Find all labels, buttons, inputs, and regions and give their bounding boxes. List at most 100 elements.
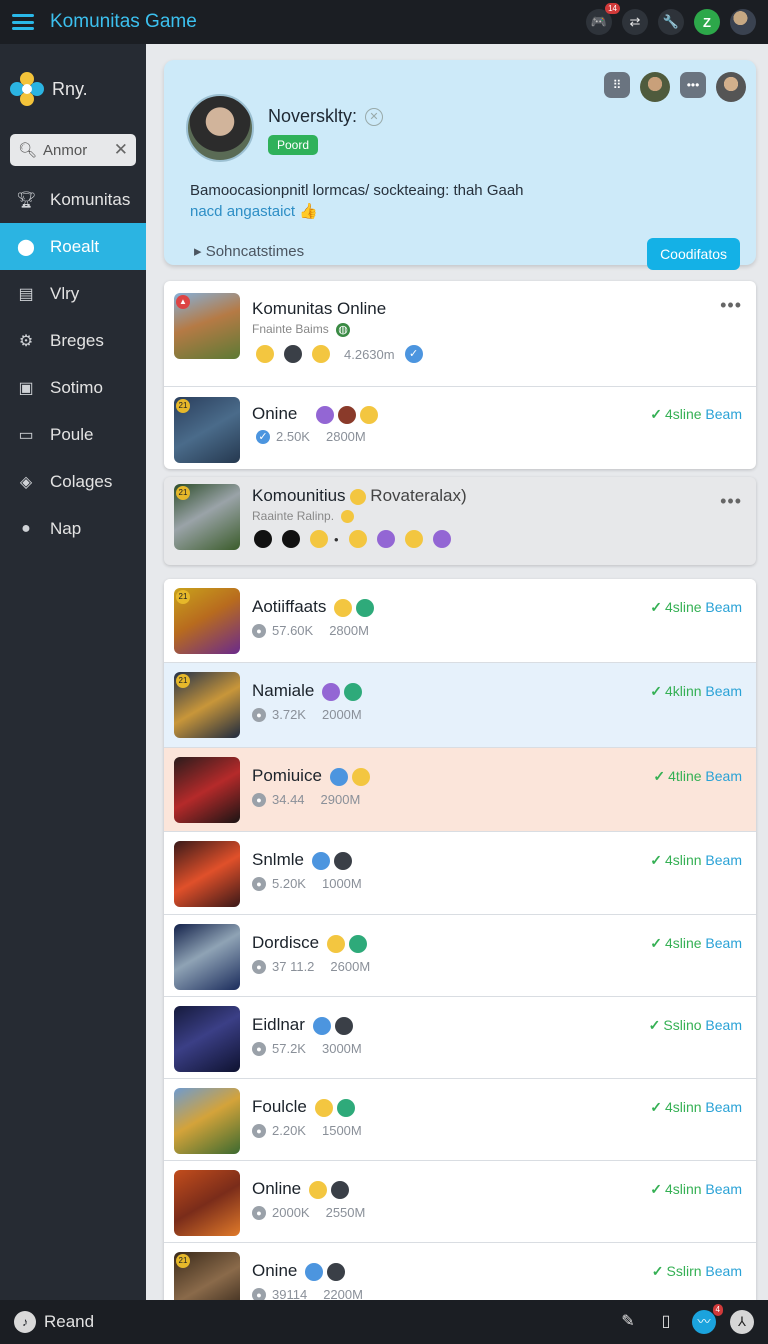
list-item[interactable]: 21 Onine ● 39114 2200M ✓ Sslirn Beam (164, 1243, 756, 1300)
friend-avatar-icon[interactable] (716, 72, 746, 102)
wrench-icon[interactable]: 🔧 (658, 9, 684, 35)
close-icon[interactable]: ✕ (365, 108, 384, 127)
friend-avatar-icon[interactable] (640, 72, 670, 102)
game-thumbnail[interactable]: 21 (174, 397, 240, 463)
status-badge: ✓ 4klinn Beam (650, 683, 742, 700)
activity-icon[interactable]: 〰 4 (692, 1304, 723, 1334)
profile-actions: ⠿ ••• (604, 72, 746, 102)
user-avatar-icon[interactable] (730, 9, 756, 35)
profile-link[interactable]: nacd angastaict (190, 203, 295, 220)
status-word: Sslirn (666, 1263, 702, 1279)
sidebar-item-komunitas[interactable]: 🏆︎ Komunitas (0, 176, 146, 223)
emoji-icon (322, 682, 341, 701)
status-word: 4slinn (664, 1099, 702, 1115)
game-subtitle: Fnainte Baims ◍ (252, 322, 351, 337)
game-thumbnail[interactable] (174, 757, 240, 823)
game-thumbnail[interactable]: 21 (174, 484, 240, 550)
game-title: Eidlnar (252, 1015, 353, 1035)
highlight-card[interactable]: 21 Komounitius Rovateralax) Raainte Rali… (164, 477, 756, 565)
grid-icon[interactable]: ⠿ (604, 72, 630, 98)
check-icon: ✓ (650, 406, 662, 422)
game-meta-value: 2600M (330, 959, 371, 974)
game-thumbnail[interactable]: 21 (174, 672, 240, 738)
game-thumbnail[interactable] (174, 924, 240, 990)
verified-icon (334, 1016, 353, 1035)
game-meta-value: 2800M (325, 429, 366, 444)
check-icon: ✓ (650, 683, 662, 699)
brand[interactable]: Rny. (0, 44, 146, 134)
game-meta: ● 57.60K 2800M (252, 623, 369, 638)
game-thumbnail[interactable] (174, 1088, 240, 1154)
game-thumbnail[interactable]: ▲ (174, 293, 240, 359)
game-title-text: Namiale (252, 681, 315, 700)
game-meta: ✓ 2.50K 2800M (252, 429, 366, 444)
list-item[interactable]: Foulcle ● 2.20K 1500M ✓ 4slinn Beam (164, 1079, 756, 1161)
profile-avatar[interactable] (186, 94, 254, 162)
more-options-icon[interactable]: ••• (720, 295, 742, 316)
list-item[interactable]: Eidlnar ● 57.2K 3000M ✓ Sslino Beam (164, 997, 756, 1079)
game-meta: ● 2000K 2550M (252, 1205, 365, 1220)
list-item[interactable]: 21 Namiale ● 3.72K 2000M ✓ 4klinn Beam (164, 663, 756, 748)
sidebar-item-roealt[interactable]: ⬤ Roealt (0, 223, 152, 270)
status-tail: Beam (705, 935, 742, 951)
check-icon: ✓ (648, 1017, 661, 1033)
swap-icon[interactable]: ⇄ (622, 9, 648, 35)
list-item[interactable]: Snlmle ● 5.20K 1000M ✓ 4slinn Beam (164, 832, 756, 915)
search-input[interactable]: 🔍︎ Anmor ✕ (10, 134, 136, 166)
check-icon: ✓ (651, 1263, 664, 1279)
list-item[interactable]: Pomiuice ● 34.44 2900M ✓ 4tline Beam (164, 748, 756, 832)
game-thumbnail[interactable] (174, 841, 240, 907)
list-item[interactable]: ▲ Komunitas Online Fnainte Baims ◍ 4.263… (164, 281, 756, 387)
trophy-icon: 🏆︎ (16, 191, 37, 209)
sidebar-item-colages[interactable]: ◈ Colages (0, 458, 146, 505)
game-meta-value: 1500M (321, 1123, 362, 1138)
sidebar-item-breges[interactable]: ⚙ Breges (0, 317, 146, 364)
sidebar-item-nap[interactable]: ● Nap (0, 505, 146, 552)
game-title: Snlmle (252, 850, 352, 870)
bottom-label[interactable]: Reand (44, 1312, 94, 1332)
clear-icon[interactable]: ✕ (114, 140, 128, 160)
lock-icon (360, 405, 379, 424)
profile-desc-line: Bamoocasionpnitl lormcas/ sockteaing: th… (190, 182, 524, 199)
sidebar-item-poule[interactable]: ▭ Poule (0, 411, 146, 458)
list-item[interactable]: 21 Aotiiffaats ● 57.60K 2800M ✓ 4sline Beam (164, 579, 756, 663)
search-value: Anmor (43, 141, 88, 159)
more-icon[interactable]: ••• (680, 72, 706, 98)
profile-icon[interactable]: ⅄ (730, 1310, 754, 1334)
sidebar-item-sotimo[interactable]: ▣ Sotimo (0, 364, 146, 411)
profile-name-text: Noversklty: (268, 106, 358, 126)
verified-icon (327, 1262, 346, 1281)
profile-action-button[interactable]: Coodifatos (647, 238, 740, 270)
sidebar-item-vlry[interactable]: ▤ Vlry (0, 270, 146, 317)
game-meta: ● 5.20K 1000M (252, 876, 362, 891)
game-meta-value: 2000K (272, 1205, 310, 1220)
music-icon[interactable]: ♪ (14, 1311, 36, 1333)
check-icon: ✓ (650, 599, 662, 615)
edit-icon[interactable]: ✎ (616, 1310, 640, 1334)
game-meta: ● 3.72K 2000M (252, 707, 362, 722)
game-title: Onine (252, 404, 379, 424)
emoji-icon (309, 1180, 328, 1199)
status-badge: ✓ 4slinn Beam (650, 1099, 742, 1116)
game-title: Namiale (252, 681, 363, 701)
game-title: Online (252, 1179, 350, 1199)
top-bar: Komunitas Game 🎮 14 ⇄ 🔧 Z (0, 0, 768, 44)
menu-icon[interactable] (12, 14, 34, 30)
emoji-icon (305, 1262, 324, 1281)
profile-subtext[interactable]: ▸ Sohncatstimes (194, 242, 304, 260)
status-badge: ✓ Sslirn Beam (652, 1263, 742, 1280)
more-options-icon[interactable]: ••• (720, 491, 742, 512)
gamepad-icon[interactable]: 🎮 14 (586, 3, 620, 35)
game-title: Komunitas Online (252, 299, 387, 318)
orb-icon (282, 530, 300, 548)
game-thumbnail[interactable]: 21 (174, 1252, 240, 1300)
z-icon[interactable]: Z (694, 9, 720, 35)
bookmark-icon[interactable]: ▯ (654, 1310, 678, 1334)
game-thumbnail[interactable] (174, 1170, 240, 1236)
game-thumbnail[interactable]: 21 (174, 588, 240, 654)
list-item[interactable]: 21 Onine ✓ 2.50K 2800M ✓ 4sline Beam (164, 387, 756, 469)
list-item[interactable]: Dordisce ● 37 11.2 2600M ✓ 4sline Beam (164, 915, 756, 997)
game-title-text: Onine (252, 404, 298, 423)
list-item[interactable]: Online ● 2000K 2550M ✓ 4slinn Beam (164, 1161, 756, 1243)
game-thumbnail[interactable] (174, 1006, 240, 1072)
